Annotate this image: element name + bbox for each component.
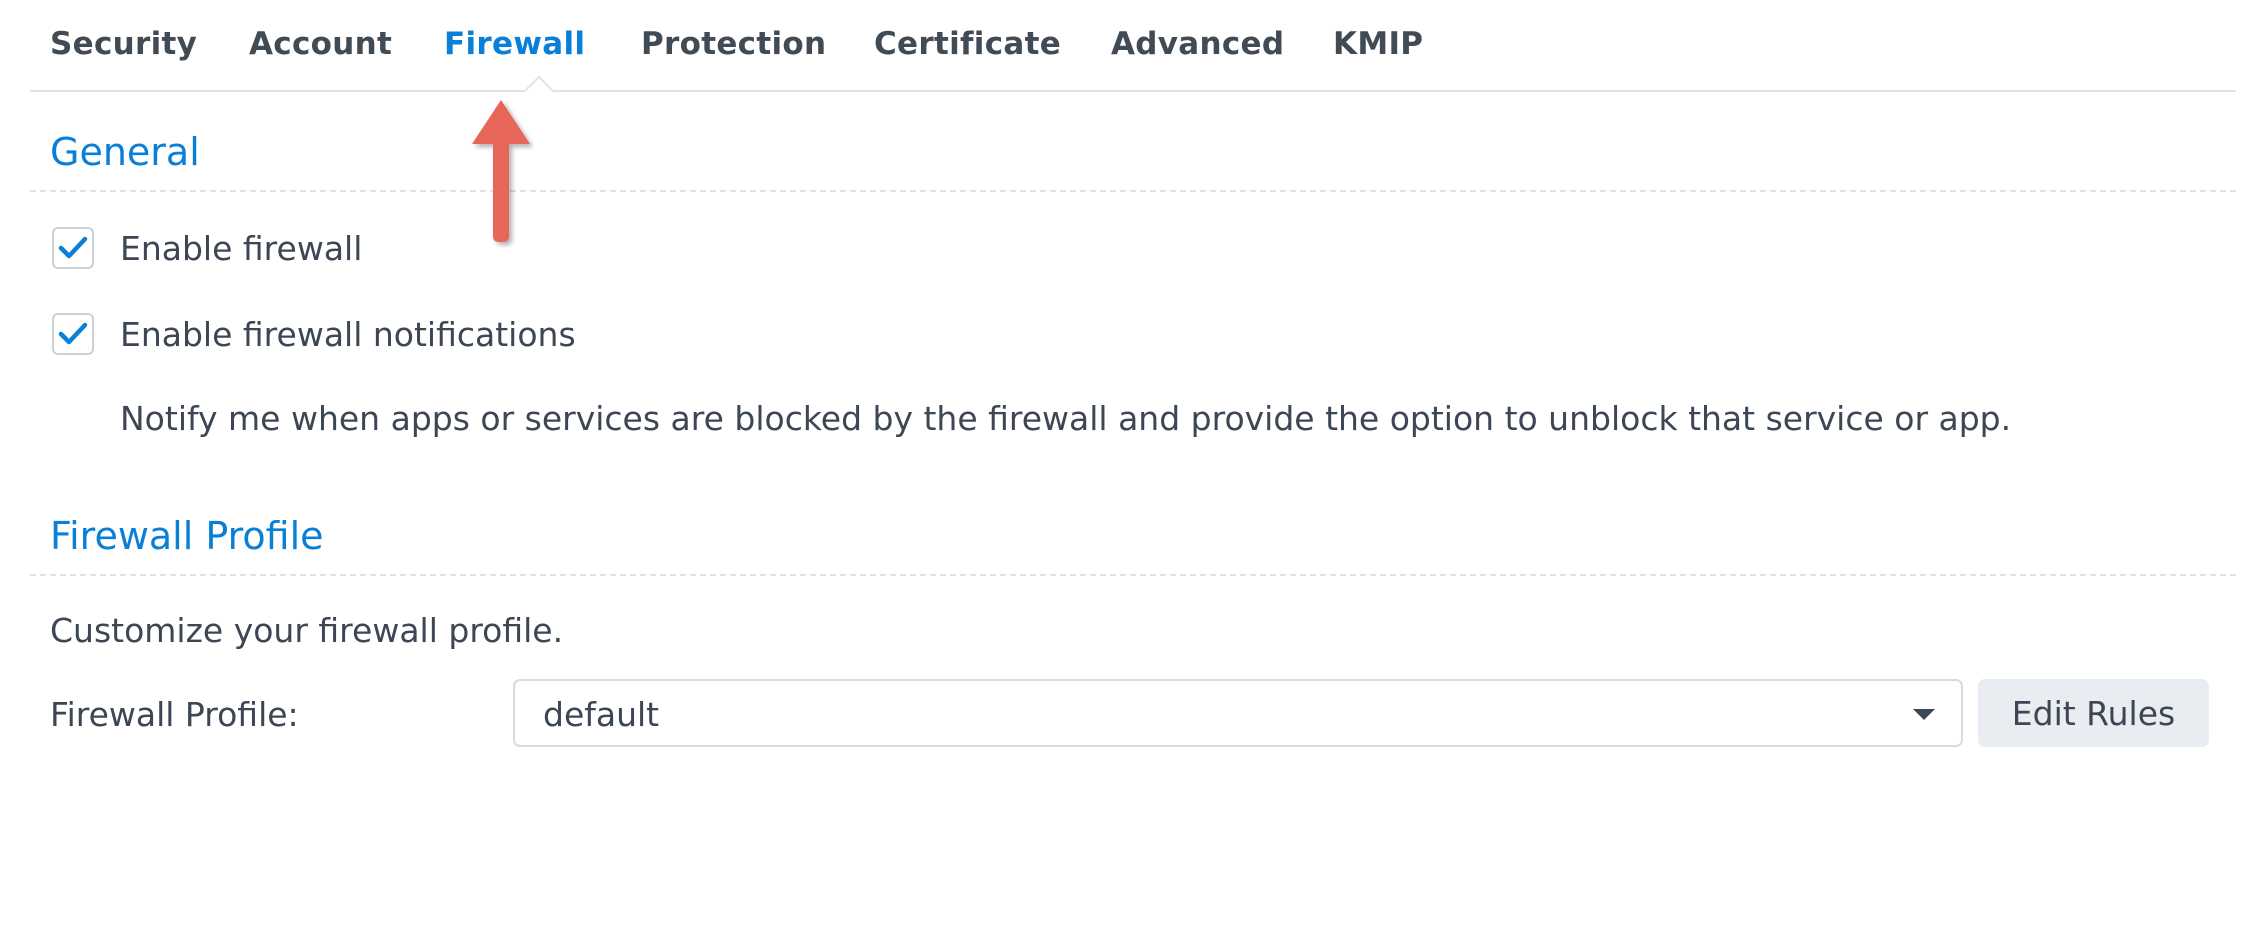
edit-rules-button[interactable]: Edit Rules — [1978, 679, 2209, 747]
red-arrow-up-icon — [472, 100, 530, 242]
enable-notifications-checkbox[interactable] — [52, 313, 94, 355]
section-divider — [30, 190, 2236, 192]
firewall-profile-value: default — [543, 695, 660, 734]
firewall-profile-select[interactable]: default — [513, 679, 1963, 747]
profile-description: Customize your firewall profile. — [50, 611, 564, 650]
section-title-general: General — [50, 130, 200, 174]
checkmark-icon — [58, 322, 88, 345]
chevron-down-icon[interactable] — [1913, 709, 1935, 720]
tab-firewall[interactable]: Firewall — [444, 26, 585, 62]
tab-bar: Security Account Firewall Protection Cer… — [30, 0, 2236, 107]
section-title-firewall-profile: Firewall Profile — [50, 514, 324, 558]
enable-firewall-checkbox[interactable] — [52, 227, 94, 269]
enable-notifications-label: Enable firewall notifications — [120, 314, 576, 354]
notifications-description: Notify me when apps or services are bloc… — [120, 399, 2012, 438]
tab-security[interactable]: Security — [50, 26, 197, 62]
tab-account[interactable]: Account — [249, 26, 392, 62]
firewall-profile-label: Firewall Profile: — [50, 695, 299, 734]
enable-firewall-option[interactable]: Enable firewall — [52, 225, 362, 271]
tab-kmip[interactable]: KMIP — [1333, 26, 1423, 62]
enable-notifications-option[interactable]: Enable firewall notifications — [52, 311, 576, 357]
section-divider — [30, 574, 2236, 576]
tab-advanced[interactable]: Advanced — [1111, 26, 1284, 62]
tab-certificate[interactable]: Certificate — [874, 26, 1061, 62]
checkmark-icon — [58, 236, 88, 259]
enable-firewall-label: Enable firewall — [120, 228, 363, 268]
tab-protection[interactable]: Protection — [641, 26, 826, 62]
